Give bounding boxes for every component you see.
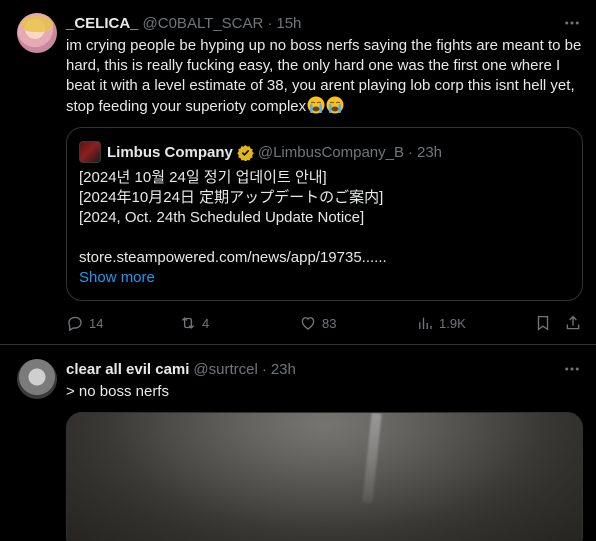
timestamp[interactable]: 23h	[271, 361, 296, 378]
tweet-media-image[interactable]	[66, 412, 583, 541]
show-more-link[interactable]: Show more	[79, 268, 569, 288]
view-count: 1.9K	[439, 315, 466, 331]
quoted-text: [2024년 10월 24일 정기 업데이트 안내] [2024年10月24日 …	[79, 168, 569, 288]
quoted-header: Limbus Company @LimbusCompany_B · 23h	[107, 142, 442, 162]
repost-icon	[181, 317, 195, 329]
avatar[interactable]	[17, 359, 57, 399]
quoted-line: [2024年10月24日 定期アップデートのご案内]	[79, 189, 384, 206]
quoted-link[interactable]: store.steampowered.com/news/app/19735...…	[79, 248, 569, 268]
reply-button[interactable]: 14	[66, 313, 103, 333]
tweet-header: clear all evil cami @surtrcel · 23h	[66, 359, 296, 379]
display-name[interactable]: _CELICA_	[66, 15, 139, 32]
share-icon	[566, 315, 580, 330]
more-options-icon[interactable]	[562, 359, 582, 379]
separator-dot: ·	[408, 143, 413, 161]
quoted-line-blank	[79, 228, 569, 248]
like-count: 83	[322, 315, 337, 331]
quoted-display-name[interactable]: Limbus Company	[107, 144, 233, 161]
tweet-header: _CELICA_ @C0BALT_SCAR · 15h	[66, 13, 301, 33]
reply-count: 14	[89, 315, 104, 331]
separator-dot: ·	[261, 360, 267, 378]
more-options-icon[interactable]	[562, 13, 582, 33]
tweet-text-block: im crying people be hyping up no boss ne…	[66, 36, 582, 117]
tweet-text-block: > no boss nerfs	[66, 382, 582, 402]
timestamp[interactable]: 15h	[276, 15, 301, 32]
tweet-actions: 14 4 83 1.9K	[66, 313, 582, 333]
avatar[interactable]	[17, 13, 57, 53]
tweet-text: > no boss nerfs	[66, 383, 169, 400]
like-button[interactable]: 83	[299, 313, 336, 333]
separator-dot: ·	[267, 14, 273, 32]
quoted-line: [2024년 10월 24일 정기 업데이트 안내]	[79, 169, 327, 186]
verified-badge-icon	[237, 144, 254, 161]
media-shade	[67, 413, 582, 541]
analytics-icon	[419, 317, 432, 329]
bookmark-button[interactable]	[534, 313, 552, 333]
loudly-crying-face-emoji	[326, 96, 344, 114]
views-button[interactable]: 1.9K	[416, 313, 466, 333]
tweet[interactable]: _CELICA_ @C0BALT_SCAR · 15h im crying pe…	[0, 0, 596, 345]
tweet[interactable]: clear all evil cami @surtrcel · 23h > no…	[0, 346, 596, 541]
quoted-tweet[interactable]: Limbus Company @LimbusCompany_B · 23h [2…	[66, 127, 583, 301]
quoted-avatar[interactable]	[79, 141, 101, 163]
loudly-crying-face-emoji	[307, 96, 325, 114]
repost-count: 4	[202, 315, 210, 331]
quoted-handle[interactable]: @LimbusCompany_B	[258, 144, 404, 161]
display-name[interactable]: clear all evil cami	[66, 361, 189, 378]
share-button[interactable]	[564, 313, 582, 333]
quoted-line: [2024, Oct. 24th Scheduled Update Notice…	[79, 209, 365, 226]
reply-icon	[68, 316, 82, 332]
handle[interactable]: @surtrcel	[193, 361, 257, 378]
heart-icon	[301, 317, 315, 330]
handle[interactable]: @C0BALT_SCAR	[143, 15, 264, 32]
quoted-timestamp[interactable]: 23h	[417, 144, 442, 161]
bookmark-icon	[537, 315, 549, 331]
repost-button[interactable]: 4	[179, 313, 209, 333]
